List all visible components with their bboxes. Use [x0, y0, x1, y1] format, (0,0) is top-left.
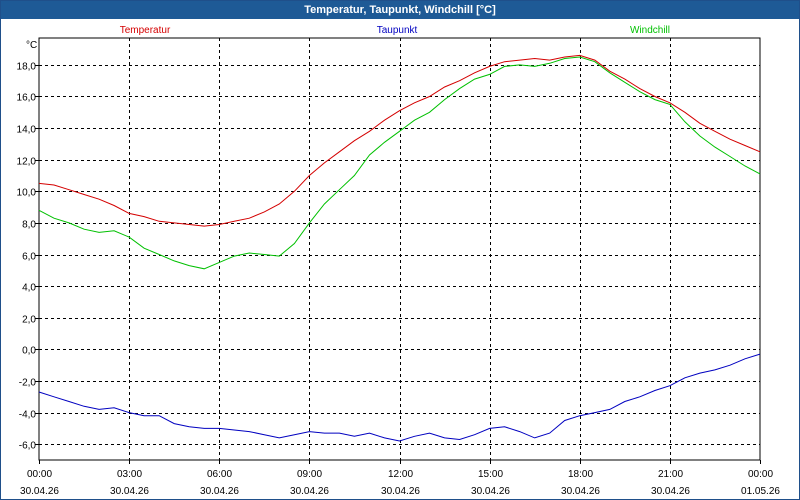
- x-tick-labels: 00:00 30.04.26 03:00 30.04.26 06:00 30.04.26 0…: [20, 469, 780, 497]
- legend: Temperatur Taupunkt Windchill: [120, 25, 670, 36]
- y-tick-label: 12,0: [17, 157, 37, 168]
- x-tick-time: 15:00: [478, 469, 503, 480]
- y-tick-labels: -6,0 -4,0 -2,0 0,0 2,0 4,0 6,0 8,0 10,0 12,0 14,0 1…: [17, 62, 37, 452]
- x-tick-date: 01.05.26: [741, 486, 780, 497]
- legend-windchill: Windchill: [630, 25, 670, 36]
- x-tick-date: 30.04.26: [20, 486, 59, 497]
- x-tick-date: 30.04.26: [651, 486, 690, 497]
- y-tick-label: 2,0: [22, 315, 36, 326]
- x-tick-time: 00:00: [27, 469, 52, 480]
- x-tick-date: 30.04.26: [561, 486, 600, 497]
- x-tick-date: 30.04.26: [200, 486, 239, 497]
- x-tick-time: 18:00: [568, 469, 593, 480]
- x-tick-date: 30.04.26: [110, 486, 149, 497]
- legend-temperatur: Temperatur: [120, 25, 171, 36]
- y-tick-label: -6,0: [19, 441, 37, 452]
- x-tick-time: 12:00: [388, 469, 413, 480]
- x-tick-date: 30.04.26: [381, 486, 420, 497]
- series-line-taupunkt: [38, 353, 761, 442]
- y-tick-label: 10,0: [17, 188, 37, 199]
- legend-taupunkt: Taupunkt: [377, 25, 418, 36]
- y-axis-label: °C: [26, 40, 37, 51]
- y-tick-label: 18,0: [17, 62, 37, 73]
- series-line-windchill: [38, 56, 761, 270]
- y-tick-label: 8,0: [22, 220, 36, 231]
- y-tick-label: -2,0: [19, 378, 37, 389]
- y-tick-label: 0,0: [22, 346, 36, 357]
- line-chart: -6,0 -4,0 -2,0 0,0 2,0 4,0 6,0 8,0 10,0 12,0 14,0 1…: [17, 25, 781, 497]
- x-tick-date: 30.04.26: [290, 486, 329, 497]
- y-tick-label: -4,0: [19, 410, 37, 421]
- x-tick-time: 09:00: [297, 469, 322, 480]
- axes: [35, 37, 761, 464]
- y-tick-label: 6,0: [22, 252, 36, 263]
- series-lines: [38, 54, 761, 442]
- x-tick-time: 00:00: [748, 469, 773, 480]
- y-tick-label: 16,0: [17, 93, 37, 104]
- y-tick-label: 14,0: [17, 125, 37, 136]
- x-tick-time: 21:00: [658, 469, 683, 480]
- y-tick-label: 4,0: [22, 283, 36, 294]
- series-line-temperatur: [38, 54, 761, 227]
- x-tick-time: 06:00: [207, 469, 232, 480]
- x-tick-time: 03:00: [117, 469, 142, 480]
- x-tick-date: 30.04.26: [471, 486, 510, 497]
